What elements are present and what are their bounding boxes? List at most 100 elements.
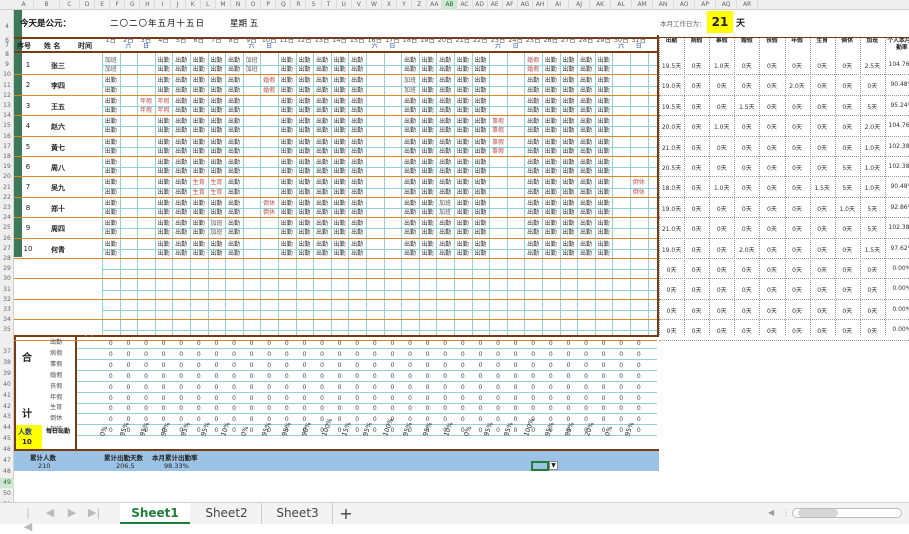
attendance-cell-am[interactable]: 出勤 [173, 199, 189, 208]
attendance-cell-pm[interactable]: 出勤 [473, 188, 489, 197]
attendance-cell-pm[interactable]: 加班 [103, 65, 119, 74]
attendance-cell-pm[interactable]: 出勤 [226, 228, 242, 237]
attendance-cell-pm[interactable]: 出勤 [578, 106, 594, 115]
attendance-cell-am[interactable]: 加班 [244, 56, 260, 65]
attendance-cell-pm[interactable]: 出勤 [525, 106, 541, 115]
attendance-cell-am[interactable]: 出勤 [437, 117, 453, 126]
attendance-cell-am[interactable]: 出勤 [473, 219, 489, 228]
attendance-cell-pm[interactable]: 出勤 [191, 126, 207, 135]
attendance-cell-pm[interactable]: 出勤 [437, 167, 453, 176]
row-header-50[interactable]: 50 [0, 489, 14, 499]
attendance-cell-pm[interactable]: 出勤 [473, 126, 489, 135]
attendance-cell-pm[interactable]: 出勤 [473, 65, 489, 74]
attendance-cell-am[interactable]: 出勤 [473, 199, 489, 208]
attendance-cell-am[interactable]: 出勤 [103, 138, 119, 147]
column-header-f[interactable]: F [110, 0, 126, 10]
attendance-cell-am[interactable]: 出勤 [226, 56, 242, 65]
attendance-cell-pm[interactable]: 出勤 [279, 228, 295, 237]
attendance-cell-pm[interactable]: 出勤 [156, 65, 172, 74]
attendance-cell-am[interactable]: 出勤 [455, 97, 471, 106]
attendance-cell-pm[interactable]: 出勤 [596, 228, 612, 237]
attendance-cell-am[interactable]: 出勤 [332, 178, 348, 187]
attendance-cell-am[interactable]: 出勤 [191, 199, 207, 208]
attendance-cell-pm[interactable]: 出勤 [297, 86, 313, 95]
attendance-cell-am[interactable]: 出勤 [314, 219, 330, 228]
attendance-cell-am[interactable]: 出勤 [543, 219, 559, 228]
attendance-cell-am[interactable]: 出勤 [173, 240, 189, 249]
attendance-cell-am[interactable]: 出勤 [525, 138, 541, 147]
column-header-i[interactable]: I [156, 0, 171, 10]
attendance-cell-am[interactable]: 出勤 [596, 76, 612, 85]
attendance-cell-pm[interactable]: 出勤 [332, 167, 348, 176]
tab-sheet1[interactable]: Sheet1 [120, 503, 190, 524]
attendance-cell-pm[interactable]: 出勤 [437, 147, 453, 156]
attendance-cell-pm[interactable]: 出勤 [402, 249, 418, 258]
row-header-35[interactable]: 35 [0, 325, 14, 335]
attendance-cell-am[interactable]: 出勤 [332, 199, 348, 208]
attendance-cell-pm[interactable]: 出勤 [103, 228, 119, 237]
attendance-cell-pm[interactable]: 出勤 [156, 228, 172, 237]
attendance-cell-pm[interactable]: 出勤 [191, 65, 207, 74]
attendance-cell-pm[interactable]: 出勤 [561, 208, 577, 217]
attendance-cell-am[interactable]: 出勤 [191, 56, 207, 65]
attendance-cell-pm[interactable]: 出勤 [209, 147, 225, 156]
attendance-cell-am[interactable]: 出勤 [437, 158, 453, 167]
attendance-cell-pm[interactable]: 出勤 [437, 188, 453, 197]
attendance-cell-pm[interactable]: 出勤 [596, 65, 612, 74]
attendance-cell-pm[interactable]: 出勤 [525, 208, 541, 217]
attendance-cell-pm[interactable]: 出勤 [297, 106, 313, 115]
attendance-cell-pm[interactable]: 出勤 [332, 188, 348, 197]
attendance-cell-am[interactable]: 出勤 [455, 219, 471, 228]
attendance-cell-am[interactable]: 出勤 [473, 240, 489, 249]
row-header-44[interactable]: 44 [0, 423, 14, 433]
row-header-40[interactable]: 40 [0, 380, 14, 390]
attendance-cell-pm[interactable]: 出勤 [578, 228, 594, 237]
attendance-cell-pm[interactable]: 婚假 [261, 86, 277, 95]
attendance-cell-pm[interactable]: 出勤 [349, 167, 365, 176]
attendance-cell-am[interactable]: 出勤 [279, 97, 295, 106]
attendance-cell-pm[interactable]: 出勤 [314, 65, 330, 74]
attendance-cell-pm[interactable]: 出勤 [420, 86, 436, 95]
attendance-cell-am[interactable]: 出勤 [279, 56, 295, 65]
attendance-cell-am[interactable]: 出勤 [314, 240, 330, 249]
selected-cell[interactable] [531, 461, 549, 471]
attendance-cell-am[interactable]: 出勤 [103, 76, 119, 85]
attendance-cell-am[interactable]: 出勤 [332, 219, 348, 228]
attendance-cell-pm[interactable]: 出勤 [209, 208, 225, 217]
attendance-cell-pm[interactable]: 出勤 [209, 86, 225, 95]
attendance-cell-pm[interactable]: 出勤 [314, 167, 330, 176]
attendance-cell-am[interactable]: 出勤 [332, 97, 348, 106]
row-header-38[interactable]: 38 [0, 358, 14, 368]
attendance-cell-am[interactable]: 出勤 [156, 56, 172, 65]
attendance-cell-pm[interactable]: 出勤 [543, 208, 559, 217]
attendance-cell-pm[interactable]: 事假 [490, 126, 506, 135]
row-header-32[interactable]: 32 [0, 295, 14, 305]
column-header-r[interactable]: R [291, 0, 307, 10]
attendance-cell-pm[interactable]: 出勤 [455, 106, 471, 115]
attendance-cell-pm[interactable]: 出勤 [279, 249, 295, 258]
attendance-cell-am[interactable]: 出勤 [561, 76, 577, 85]
row-header-49[interactable]: 49 [0, 477, 14, 488]
employee-name[interactable]: 赵六 [44, 122, 72, 132]
attendance-cell-am[interactable]: 出勤 [103, 240, 119, 249]
column-header-k[interactable]: K [186, 0, 201, 10]
attendance-cell-am[interactable]: 婚假 [525, 56, 541, 65]
attendance-cell-pm[interactable]: 出勤 [209, 65, 225, 74]
attendance-cell-am[interactable]: 出勤 [578, 76, 594, 85]
attendance-cell-pm[interactable]: 出勤 [402, 188, 418, 197]
attendance-cell-pm[interactable]: 出勤 [420, 228, 436, 237]
column-header-ae[interactable]: AE [488, 0, 503, 10]
attendance-cell-pm[interactable]: 出勤 [191, 228, 207, 237]
attendance-cell-pm[interactable]: 出勤 [420, 126, 436, 135]
row-header-14[interactable]: 14 [0, 111, 14, 121]
row-header-47[interactable]: 47 [0, 456, 14, 466]
employee-name[interactable]: 周八 [44, 163, 72, 173]
column-header-o[interactable]: O [246, 0, 262, 10]
attendance-cell-pm[interactable]: 出勤 [561, 147, 577, 156]
attendance-cell-pm[interactable]: 出勤 [525, 167, 541, 176]
row-header-25[interactable]: 25 [0, 223, 14, 233]
attendance-cell-pm[interactable]: 出勤 [156, 188, 172, 197]
attendance-cell-am[interactable]: 出勤 [473, 56, 489, 65]
attendance-cell-pm[interactable]: 出勤 [279, 208, 295, 217]
attendance-cell-am[interactable]: 出勤 [209, 117, 225, 126]
